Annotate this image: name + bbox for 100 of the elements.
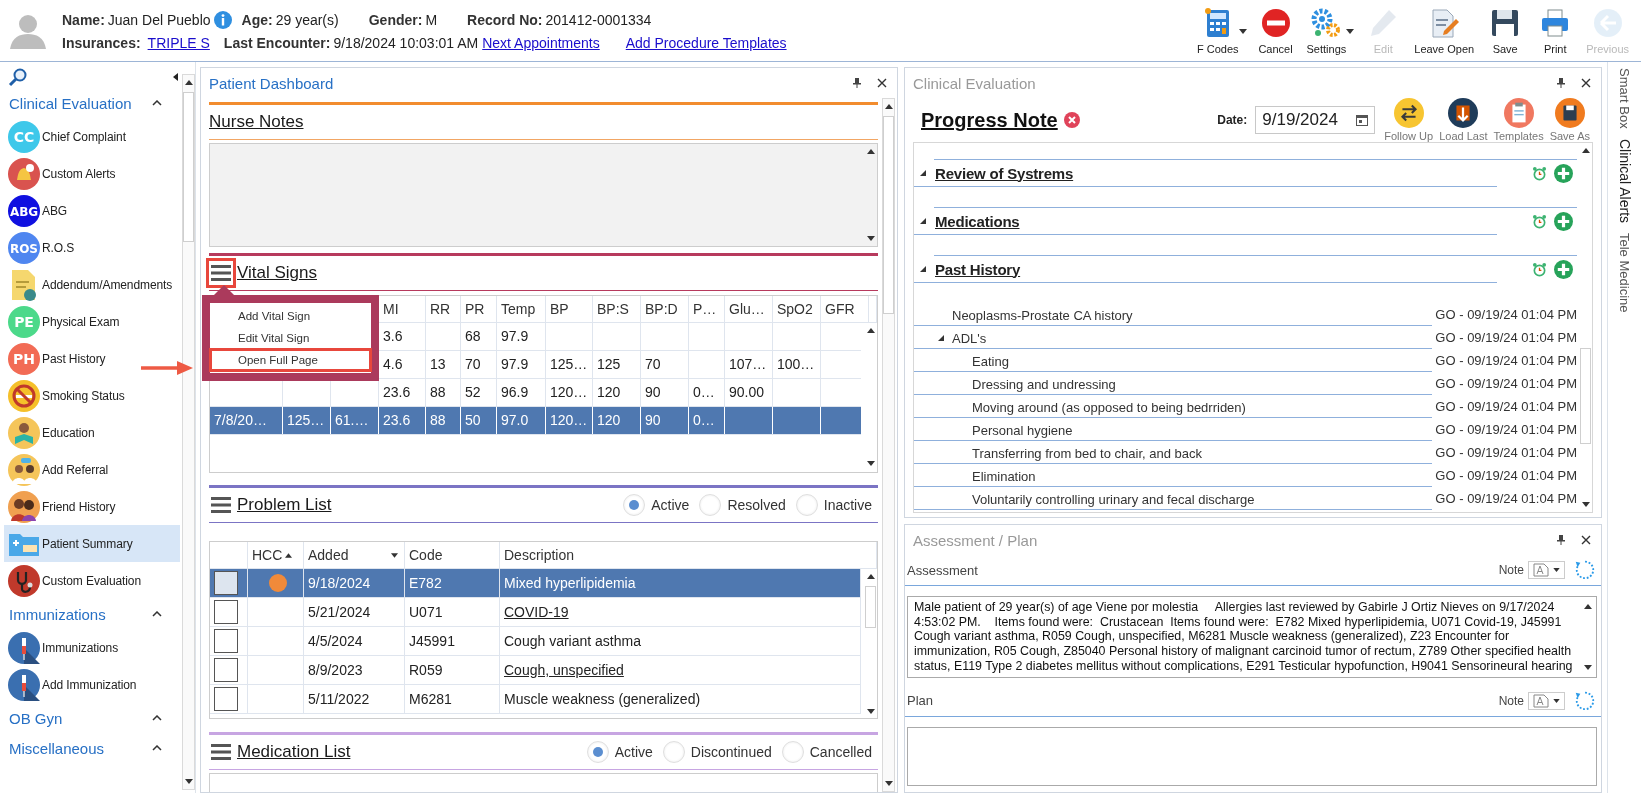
sidebar-item[interactable]: ROS R.O.S	[4, 229, 180, 266]
group-title[interactable]: Clinical Evaluation	[9, 94, 132, 112]
sidebar-item[interactable]: PE Physical Exam	[4, 303, 180, 340]
radio-button[interactable]: Discontinued	[662, 741, 772, 763]
radio-button[interactable]: Cancelled	[781, 741, 872, 763]
radio-button[interactable]: Active	[586, 741, 653, 763]
header-link[interactable]: Next Appointments	[482, 34, 600, 51]
table-row[interactable]: 4/5/2024 J45991 Cough variant asthma	[210, 627, 861, 656]
column-header[interactable]: P…	[689, 296, 725, 323]
menu-icon[interactable]	[209, 261, 233, 285]
checkbox[interactable]	[214, 687, 238, 711]
column-header[interactable]: SpO2	[773, 296, 821, 323]
alarm-clock-icon[interactable]	[1532, 213, 1547, 229]
side-tab[interactable]: Smart Box	[1617, 68, 1632, 129]
tree-item[interactable]: Dressing and undressing	[972, 376, 1116, 392]
checkbox[interactable]	[214, 571, 238, 595]
sidebar-item[interactable]: Education	[4, 414, 180, 451]
caret-icon[interactable]	[1238, 28, 1247, 34]
scroll-up-icon[interactable]	[884, 104, 893, 109]
table-row[interactable]: 7/8/20… 125… 61.… 23.6 88 50 97.0 120… 120 90 0…	[210, 407, 861, 435]
scroll-thumb[interactable]	[883, 116, 894, 314]
toolbar-button[interactable]: Cancel	[1250, 4, 1301, 57]
column-header[interactable]: BP:D	[641, 296, 689, 323]
pin-icon[interactable]	[853, 78, 861, 88]
sidebar-item[interactable]: PH Past History	[4, 340, 180, 377]
table-row[interactable]: 8/9/2023 R059 Cough, unspecified	[210, 656, 861, 685]
toolbar-button[interactable]: F Codes	[1190, 4, 1245, 57]
group-title[interactable]: Miscellaneous	[9, 739, 105, 757]
scroll-down-icon[interactable]	[884, 781, 893, 786]
sidebar-item[interactable]: Patient Summary	[4, 525, 180, 562]
tree-item[interactable]: Transferring from bed to chair, and back	[972, 445, 1203, 461]
toolbar-button[interactable]: Save	[1480, 4, 1531, 57]
add-icon[interactable]	[1554, 163, 1573, 183]
sidebar-item[interactable]: ABG ABG	[4, 192, 180, 229]
close-icon[interactable]	[1581, 78, 1591, 88]
menu-item[interactable]: Open Full Page	[210, 349, 371, 371]
refresh-icon[interactable]	[1573, 689, 1595, 712]
sidebar-item[interactable]: Immunizations	[4, 629, 180, 666]
chevron-up-icon[interactable]	[152, 745, 162, 751]
toolbar-button[interactable]: Settings	[1300, 4, 1353, 57]
date-field[interactable]: 9/19/2024	[1255, 106, 1376, 134]
add-icon[interactable]	[1554, 211, 1573, 231]
chevron-up-icon[interactable]	[152, 715, 162, 721]
close-icon[interactable]	[877, 78, 887, 88]
calendar-icon[interactable]	[1356, 114, 1369, 126]
chevron-up-icon[interactable]	[152, 611, 162, 617]
scrollbar[interactable]	[882, 98, 895, 792]
column-header[interactable]: PR	[461, 296, 497, 323]
close-icon[interactable]	[1581, 535, 1591, 545]
insurance-link[interactable]: TRIPLE S	[147, 34, 210, 51]
tree-item[interactable]: Elimination	[972, 468, 1036, 484]
section-title[interactable]: Review of Systrems	[935, 164, 1074, 182]
menu-item[interactable]: Edit Vital Sign	[210, 327, 371, 349]
info-icon[interactable]	[213, 10, 232, 29]
chevron-up-icon[interactable]	[152, 100, 162, 106]
section-title[interactable]: Nurse Notes	[209, 112, 304, 132]
side-tab[interactable]: Tele Medicine	[1617, 232, 1632, 313]
alarm-clock-icon[interactable]	[1532, 261, 1547, 277]
group-title[interactable]: Immunizations	[9, 605, 106, 623]
table-row[interactable]: 5/11/2022 M6281 Muscle weakness (generalized)	[210, 685, 861, 714]
column-header[interactable]: GFR	[821, 296, 869, 323]
radio-button[interactable]: Inactive	[795, 494, 872, 516]
tree-item[interactable]: Moving around (as opposed to being bedrriden)	[972, 399, 1246, 415]
radio-button[interactable]: Active	[623, 494, 690, 516]
table-row[interactable]: 9/18/2024 E782 Mixed hyperlipidemia	[210, 569, 861, 598]
sidebar-item[interactable]: Friend History	[4, 488, 180, 525]
scrollbar[interactable]	[182, 74, 195, 790]
scroll-up-icon[interactable]	[1583, 604, 1592, 609]
remove-icon[interactable]	[1063, 112, 1080, 128]
scroll-down-icon[interactable]	[1583, 664, 1592, 670]
section-title[interactable]: Vital Signs	[237, 263, 317, 283]
tree-item[interactable]: Eating	[972, 353, 1009, 369]
sidebar-item[interactable]: Add Referral	[4, 451, 180, 488]
expand-icon[interactable]	[920, 266, 926, 272]
expand-icon[interactable]	[920, 218, 926, 224]
scroll-up-icon[interactable]	[184, 80, 193, 85]
scroll-down-icon[interactable]	[866, 709, 875, 714]
action-button[interactable]: Load Last	[1436, 98, 1491, 142]
column-header[interactable]: BP:S	[593, 296, 641, 323]
column-header[interactable]: BP	[546, 296, 593, 323]
pin-icon[interactable]	[1557, 78, 1565, 88]
sidebar-item[interactable]: Addendum/Amendments	[4, 266, 180, 303]
scroll-up-icon[interactable]	[866, 328, 875, 333]
section-title[interactable]: Medications	[935, 212, 1020, 230]
header-link[interactable]: Add Procedure Templates	[625, 34, 787, 51]
sidebar-item[interactable]: Custom Evaluation	[4, 562, 180, 599]
action-button[interactable]: Save As	[1546, 98, 1593, 142]
section-title[interactable]: Past History	[935, 260, 1021, 278]
add-icon[interactable]	[1554, 259, 1573, 279]
expand-icon[interactable]	[920, 170, 926, 176]
column-header[interactable]: Temp	[497, 296, 546, 323]
sidebar-item[interactable]: Smoking Status	[4, 377, 180, 414]
sidebar-item[interactable]: Custom Alerts	[4, 155, 180, 192]
action-button[interactable]: Templates	[1490, 98, 1547, 142]
radio-button[interactable]: Resolved	[699, 494, 786, 516]
scroll-up-icon[interactable]	[1581, 148, 1590, 153]
scroll-thumb[interactable]	[1580, 348, 1591, 444]
checkbox[interactable]	[214, 629, 238, 653]
table-row[interactable]: 5/21/2024 U071 COVID-19	[210, 598, 861, 627]
tree-item[interactable]: ADL's	[952, 330, 987, 346]
